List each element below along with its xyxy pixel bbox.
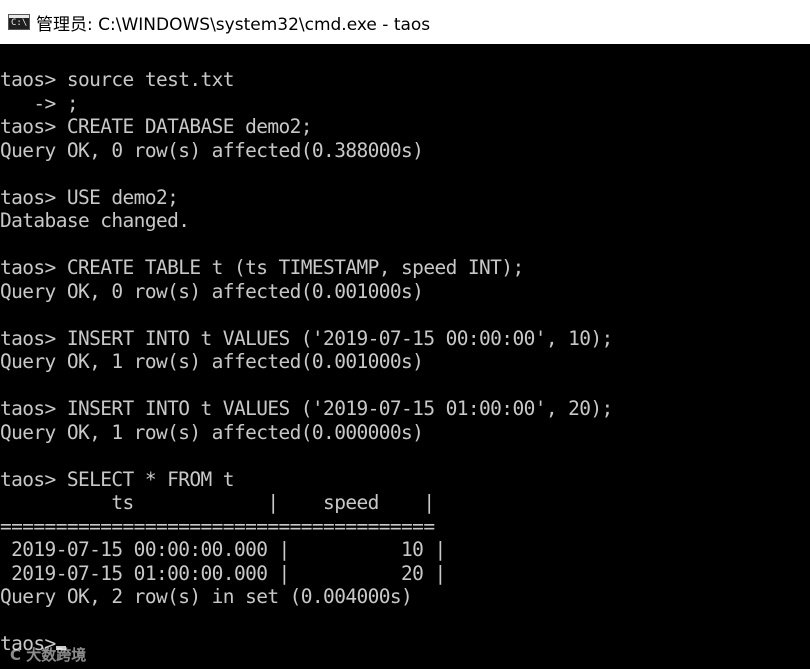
console-line: ======================================= [0,514,435,538]
console-line: taos> INSERT INTO t VALUES ('2019-07-15 … [0,397,613,420]
console-line: Database changed. [0,209,190,232]
watermark-logo: C 大数跨境 [10,646,87,664]
console-line: -> ; [0,91,78,115]
title-bar: 管理员: C:\WINDOWS\system32\cmd.exe - taos [0,0,810,44]
console-line: Query OK, 1 row(s) affected(0.001000s) [0,350,424,373]
console-line: Query OK, 0 row(s) affected(0.001000s) [0,279,424,303]
console-line: ts | speed | [0,491,435,514]
console-line: taos> source test.txt [0,68,235,91]
window-title: 管理员: C:\WINDOWS\system32\cmd.exe - taos [36,14,431,35]
console-line: taos> INSERT INTO t VALUES ('2019-07-15 … [0,326,613,350]
cmd-icon [8,14,30,30]
console-line: taos> SELECT * FROM t [0,467,235,491]
console-line: Query OK, 2 row(s) in set (0.004000s) [0,585,413,608]
console-output[interactable]: taos> source test.txt -> ; taos> CREATE … [0,68,810,669]
console-line: taos> CREATE TABLE t (ts TIMESTAMP, spee… [0,256,524,279]
console-line: taos> CREATE DATABASE demo2; [0,115,313,138]
console-line: Query OK, 0 row(s) affected(0.388000s) [0,138,424,162]
console-line: taos> USE demo2; [0,185,179,209]
console-line: Query OK, 1 row(s) affected(0.000000s) [0,420,424,444]
console-line: 2019-07-15 00:00:00.000 | 10 | [0,538,446,561]
console-line: 2019-07-15 01:00:00.000 | 20 | [0,561,446,585]
